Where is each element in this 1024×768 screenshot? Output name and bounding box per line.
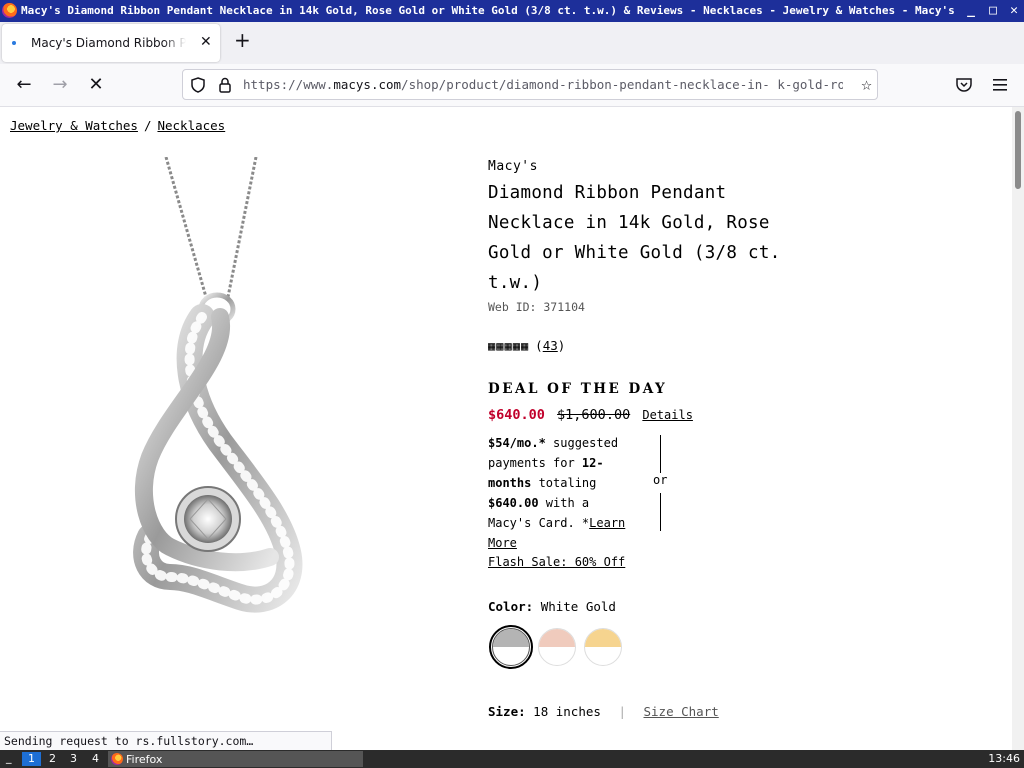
page-content: Jewelry & Watches / Necklaces Macy's Dia… <box>0 107 1012 750</box>
scrollbar-thumb[interactable] <box>1015 111 1021 189</box>
swatch-yellow-gold[interactable] <box>584 628 622 666</box>
color-value: White Gold <box>540 599 616 614</box>
stop-loading-button[interactable]: ✕ <box>84 73 108 97</box>
tab-label: Macy's Diamond Ribbon Pendant Necklace <box>31 36 186 50</box>
star-icon: ▦ <box>512 338 520 353</box>
swatch-rose-gold[interactable] <box>538 628 576 666</box>
taskbar-menu-button[interactable]: _ <box>6 751 12 764</box>
review-count[interactable]: (43) <box>535 338 565 353</box>
taskbar: _ 1 2 3 4 Firefox 13:46 <box>0 750 1024 768</box>
back-button[interactable]: ← <box>12 73 36 97</box>
loading-indicator-icon <box>12 41 16 45</box>
hamburger-menu-icon[interactable] <box>992 78 1008 92</box>
divider <box>660 493 661 531</box>
star-icon: ▦ <box>488 338 496 353</box>
new-tab-button[interactable]: + <box>234 28 251 52</box>
swatch-fill <box>539 629 575 647</box>
size-label: Size: <box>488 704 526 719</box>
star-icon: ▦ <box>504 338 512 353</box>
tab-strip: Macy's Diamond Ribbon Pendant Necklace ✕… <box>0 22 1024 64</box>
flash-sale-link[interactable]: Flash Sale: 60% Off <box>488 555 625 569</box>
status-bar: Sending request to rs.fullstory.com… <box>0 731 332 750</box>
web-id: Web ID: 371104 <box>488 300 585 314</box>
url-host: macys.com <box>333 77 402 92</box>
workspace-2[interactable]: 2 <box>43 752 62 766</box>
tab-close-icon[interactable]: ✕ <box>200 34 212 50</box>
payment-text-part: totaling <box>531 476 597 490</box>
workspace-3[interactable]: 3 <box>64 752 83 766</box>
breadcrumb-jewelry-watches[interactable]: Jewelry & Watches <box>10 118 138 133</box>
review-count-link[interactable]: 43 <box>543 338 558 353</box>
price-row: $640.00 $1,600.00 Details <box>488 407 908 423</box>
monthly-payment: $54/mo.* <box>488 436 546 450</box>
url-path: /shop/product/diamond-ribbon-pendant-nec… <box>401 77 843 92</box>
firefox-logo-icon <box>2 3 17 18</box>
url-prefix: https://www. <box>243 77 334 92</box>
minimize-button[interactable]: _ <box>963 3 979 19</box>
sale-price: $640.00 <box>488 407 545 423</box>
clock: 13:46 <box>988 752 1020 765</box>
window-title: Macy's Diamond Ribbon Pendant Necklace i… <box>21 4 956 17</box>
star-icon: ▦ <box>496 338 504 353</box>
payment-text: $54/mo.* suggested payments for 12-month… <box>488 433 628 553</box>
divider: | <box>618 704 626 719</box>
breadcrumb: Jewelry & Watches / Necklaces <box>10 118 225 133</box>
divider <box>660 435 661 473</box>
size-value: 18 inches <box>533 704 601 719</box>
taskbar-app-label: Firefox <box>126 752 163 766</box>
original-price: $1,600.00 <box>557 407 631 423</box>
firefox-icon <box>111 753 123 765</box>
deal-of-the-day-heading: DEAL OF THE DAY <box>488 381 668 397</box>
swatch-fill <box>493 629 529 647</box>
flash-sale[interactable]: Flash Sale: 60% Off <box>488 555 908 569</box>
product-info: Macy's Diamond Ribbon Pendant Necklace i… <box>488 159 908 719</box>
color-row: Color: White Gold <box>488 599 908 614</box>
tab-active[interactable]: Macy's Diamond Ribbon Pendant Necklace ✕ <box>2 24 220 62</box>
star-icon: ▦ <box>520 338 529 353</box>
tracking-protection-shield-icon[interactable] <box>189 76 207 94</box>
close-window-button[interactable]: ✕ <box>1006 3 1022 19</box>
workspace-1[interactable]: 1 <box>22 752 41 766</box>
payment-info: $54/mo.* suggested payments for 12-month… <box>488 433 908 550</box>
breadcrumb-separator: / <box>143 118 152 133</box>
vertical-scrollbar[interactable] <box>1012 107 1024 750</box>
forward-button[interactable]: → <box>48 73 72 97</box>
payment-or: or <box>653 473 668 487</box>
navigation-bar: ← → ✕ https://www.macys.com/shop/product… <box>0 64 1024 107</box>
bookmark-star-icon[interactable]: ☆ <box>861 74 872 95</box>
taskbar-firefox[interactable]: Firefox <box>108 751 363 767</box>
window-title-bar: Macy's Diamond Ribbon Pendant Necklace i… <box>0 0 1024 22</box>
swatch-fill <box>585 629 621 647</box>
lock-icon[interactable] <box>217 76 233 94</box>
color-swatches <box>488 625 908 669</box>
price-details-link[interactable]: Details <box>642 408 693 422</box>
size-row: Size: 18 inches | Size Chart <box>488 704 908 719</box>
star-rating: ▦ ▦ ▦ ▦ ▦ <box>488 339 528 353</box>
color-label: Color: <box>488 599 534 614</box>
maximize-button[interactable]: □ <box>985 3 1001 19</box>
pocket-icon[interactable] <box>955 77 973 93</box>
brand-name[interactable]: Macy's <box>488 159 908 174</box>
url-text[interactable]: https://www.macys.com/shop/product/diamo… <box>243 77 843 92</box>
rating-row[interactable]: ▦ ▦ ▦ ▦ ▦ (43) <box>488 338 908 353</box>
product-title: Diamond Ribbon Pendant Necklace in 14k G… <box>488 183 781 293</box>
url-bar[interactable]: https://www.macys.com/shop/product/diamo… <box>182 69 878 100</box>
product-image[interactable] <box>110 157 330 639</box>
payment-total: $640.00 <box>488 496 539 510</box>
breadcrumb-necklaces[interactable]: Necklaces <box>157 118 225 133</box>
swatch-white-gold[interactable] <box>489 625 533 669</box>
workspace-4[interactable]: 4 <box>86 752 105 766</box>
size-chart-link[interactable]: Size Chart <box>644 704 719 719</box>
